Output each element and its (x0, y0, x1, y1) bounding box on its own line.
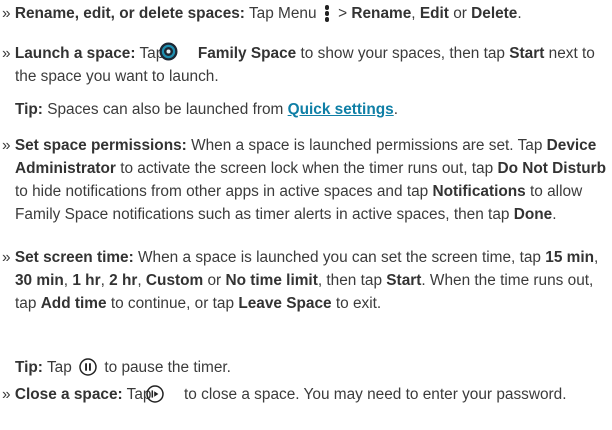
item-title: Launch a space: (14, 45, 136, 62)
help-page: » Rename, edit, or delete spaces: Tap Me… (0, 0, 612, 430)
bullet: » (2, 386, 11, 403)
launch-space-item: » Launch a space: Tap Family Space to sh… (2, 42, 610, 88)
bullet: » (2, 137, 11, 154)
bullet: » (2, 249, 11, 266)
item-title: Close a space: (14, 386, 123, 403)
space-permissions-item: » Set space permissions: When a space is… (2, 137, 607, 223)
bullet: » (2, 5, 11, 22)
tip-label: Tip: (15, 359, 43, 376)
tip-quick-settings: Tip: Spaces can also be launched from Qu… (15, 101, 398, 118)
tip-label: Tip: (15, 101, 43, 118)
family-space-app-icon (159, 42, 191, 61)
item-title: Set space permissions: (14, 137, 187, 154)
quick-settings-link[interactable]: Quick settings (288, 101, 394, 118)
pause-icon (79, 358, 97, 376)
exit-space-icon (146, 385, 177, 403)
screen-time-item: » Set screen time: When a space is launc… (2, 249, 599, 312)
menu-kebab-icon (324, 5, 330, 22)
bullet: » (2, 45, 11, 62)
tip-pause-timer: Tip: Tap to pause the timer. (15, 358, 231, 376)
item-title: Rename, edit, or delete spaces: (14, 5, 245, 22)
item-title: Set screen time: (14, 249, 134, 266)
rename-spaces-item: » Rename, edit, or delete spaces: Tap Me… (2, 5, 522, 22)
close-space-item: » Close a space: Tap to close a space. Y… (2, 385, 567, 403)
